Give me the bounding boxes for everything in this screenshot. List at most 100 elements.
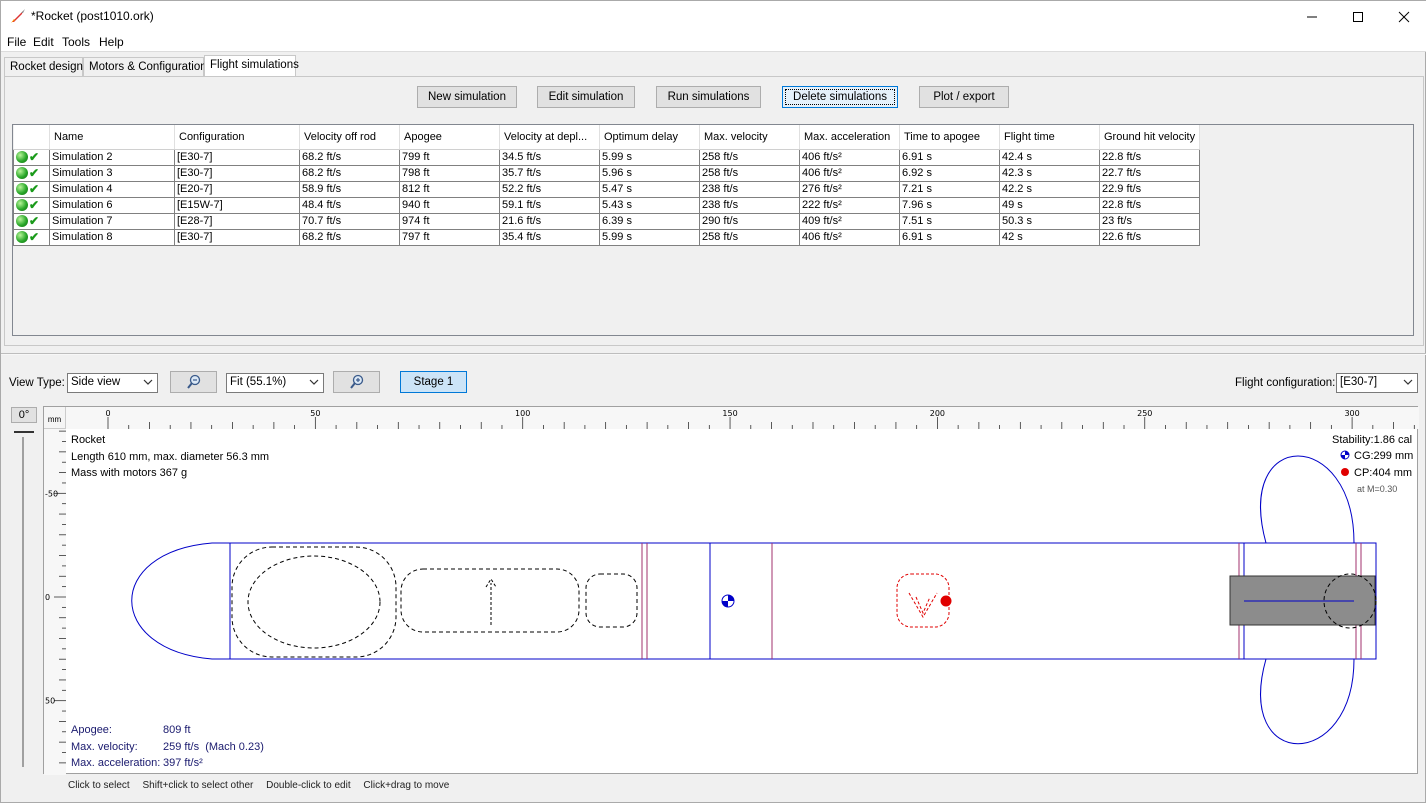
up-to-date-icon xyxy=(16,167,28,179)
shock-cord-outline[interactable] xyxy=(231,546,397,658)
column-header[interactable]: Optimum delay xyxy=(599,125,700,150)
table-cell: 6.91 s xyxy=(899,148,1000,166)
run-simulations-button[interactable]: Run simulations xyxy=(656,86,761,108)
flight-configuration-select[interactable]: [E30-7] xyxy=(1336,373,1418,393)
rocket-figure-canvas[interactable]: 050100150200250300350400450500550600 -50… xyxy=(43,406,1419,775)
ruler-tick-label: 0 xyxy=(45,593,50,602)
menu-tools[interactable]: Tools xyxy=(62,35,90,49)
ruler-tick-label: 200 xyxy=(930,409,945,418)
table-cell: 34.5 ft/s xyxy=(499,148,600,166)
zoom-in-icon xyxy=(349,374,363,389)
rotation-angle-readout[interactable]: 0° xyxy=(11,407,37,423)
rotation-slider-thumb[interactable] xyxy=(14,431,34,440)
table-cell: [E28-7] xyxy=(174,212,300,230)
ruler-tick-label: -50 xyxy=(45,489,58,498)
flight-configuration-value: [E30-7] xyxy=(1340,376,1378,388)
table-cell: 59.1 ft/s xyxy=(499,196,600,214)
zoom-select[interactable]: Fit (55.1%) xyxy=(226,373,324,393)
stability-readout: Stability:1.86 cal xyxy=(1332,434,1413,446)
column-header[interactable]: Velocity off rod xyxy=(299,125,400,150)
ruler-tick-label: 50 xyxy=(45,697,55,706)
table-cell: 406 ft/s² xyxy=(799,228,900,246)
table-cell: 6.91 s xyxy=(899,228,1000,246)
column-header[interactable]: Flight time xyxy=(999,125,1100,150)
table-cell: 940 ft xyxy=(399,196,500,214)
new-simulation-button[interactable]: New simulation xyxy=(417,86,517,108)
view-type-value: Side view xyxy=(71,376,121,388)
table-cell: 276 ft/s² xyxy=(799,180,900,198)
zoom-out-button[interactable] xyxy=(170,371,217,393)
table-cell: 7.21 s xyxy=(899,180,1000,198)
status-bar: Click to select Shift+click to select ot… xyxy=(68,780,459,791)
table-header-row: Name Configuration Velocity off rod Apog… xyxy=(13,125,1200,150)
menu-edit[interactable]: Edit xyxy=(33,35,54,49)
column-header[interactable]: Apogee xyxy=(399,125,500,150)
tab-flight-simulations[interactable]: Flight simulations xyxy=(204,55,299,77)
table-cell: Simulation 7 xyxy=(49,212,175,230)
menu-help[interactable]: Help xyxy=(99,35,124,49)
close-button[interactable] xyxy=(1381,1,1426,32)
max-acceleration-value: 397 ft/s² xyxy=(163,757,203,769)
tab-rocket-design[interactable]: Rocket design xyxy=(4,57,83,77)
delete-simulations-button[interactable]: Delete simulations xyxy=(782,86,898,108)
body-tube[interactable] xyxy=(229,542,1377,660)
table-cell: 70.7 ft/s xyxy=(299,212,400,230)
mass-component-outline[interactable] xyxy=(400,568,580,633)
table-cell: 798 ft xyxy=(399,164,500,182)
shock-cord-2-outline[interactable] xyxy=(585,573,638,628)
rotation-slider-track[interactable] xyxy=(22,437,24,767)
stage-1-toggle[interactable]: Stage 1 xyxy=(400,371,467,393)
table-row[interactable]: ✔ Simulation 2 [E30-7] 68.2 ft/s 799 ft 34.5 … xyxy=(13,148,1200,166)
column-header[interactable]: Time to apogee xyxy=(899,125,1000,150)
column-header[interactable]: Max. acceleration xyxy=(799,125,900,150)
nose-cone[interactable] xyxy=(131,542,230,660)
column-header[interactable]: Max. velocity xyxy=(699,125,800,150)
mach-readout: at M=0.30 xyxy=(1357,484,1398,494)
table-row[interactable]: ✔ Simulation 3 [E30-7] 68.2 ft/s 798 ft 35.7 … xyxy=(13,164,1200,182)
up-to-date-icon xyxy=(16,151,28,163)
zoom-out-icon xyxy=(186,374,200,389)
cp-marker xyxy=(939,594,953,608)
table-cell: 238 ft/s xyxy=(699,180,800,198)
table-cell: 22.7 ft/s xyxy=(1099,164,1200,182)
table-row[interactable]: ✔ Simulation 4 [E20-7] 58.9 ft/s 812 ft 52.2 … xyxy=(13,180,1200,198)
table-cell: 812 ft xyxy=(399,180,500,198)
column-header[interactable]: Ground hit velocity xyxy=(1099,125,1200,150)
edit-simulation-button[interactable]: Edit simulation xyxy=(537,86,635,108)
zoom-in-button[interactable] xyxy=(333,371,380,393)
maximize-icon xyxy=(1353,11,1363,22)
table-row[interactable]: ✔ Simulation 6 [E15W-7] 48.4 ft/s 940 ft 59.1… xyxy=(13,196,1200,214)
split-pane-divider[interactable] xyxy=(1,353,1426,355)
rocket-name: Rocket xyxy=(71,434,106,446)
table-cell: 222 ft/s² xyxy=(799,196,900,214)
status-hint: Click to select xyxy=(68,780,130,791)
chevron-down-icon xyxy=(1403,379,1413,385)
table-cell: 258 ft/s xyxy=(699,228,800,246)
table-cell: [E20-7] xyxy=(174,180,300,198)
column-header[interactable]: Configuration xyxy=(174,125,300,150)
view-type-select[interactable]: Side view xyxy=(67,373,158,393)
parachute-outline[interactable] xyxy=(247,555,381,649)
maximize-button[interactable] xyxy=(1335,1,1381,32)
column-header[interactable]: Velocity at depl... xyxy=(499,125,600,150)
status-column-header xyxy=(13,125,50,150)
ruler-unit: mm xyxy=(44,407,66,429)
column-header[interactable]: Name xyxy=(49,125,175,150)
ruler-tick-label: 300 xyxy=(1344,409,1359,418)
menu-file[interactable]: File xyxy=(7,35,26,49)
minimize-button[interactable] xyxy=(1289,1,1335,32)
table-row[interactable]: ✔ Simulation 7 [E28-7] 70.7 ft/s 974 ft 21.6 … xyxy=(13,212,1200,230)
table-cell: [E30-7] xyxy=(174,148,300,166)
plot-export-button[interactable]: Plot / export xyxy=(919,86,1009,108)
check-icon: ✔ xyxy=(29,198,40,212)
app-window: *Rocket (post1010.ork) File Edit Tools H… xyxy=(0,0,1426,803)
up-to-date-icon xyxy=(16,183,28,195)
table-row[interactable]: ✔ Simulation 8 [E30-7] 68.2 ft/s 797 ft 35.4 … xyxy=(13,228,1200,246)
zoom-value: Fit (55.1%) xyxy=(230,376,287,388)
tab-motors-configuration[interactable]: Motors & Configuration xyxy=(83,57,207,77)
status-hint: Double-click to edit xyxy=(266,780,351,791)
table-cell: 258 ft/s xyxy=(699,164,800,182)
ruler-tick-label: 150 xyxy=(722,409,737,418)
fin-bottom[interactable] xyxy=(1260,658,1355,745)
table-cell: 974 ft xyxy=(399,212,500,230)
